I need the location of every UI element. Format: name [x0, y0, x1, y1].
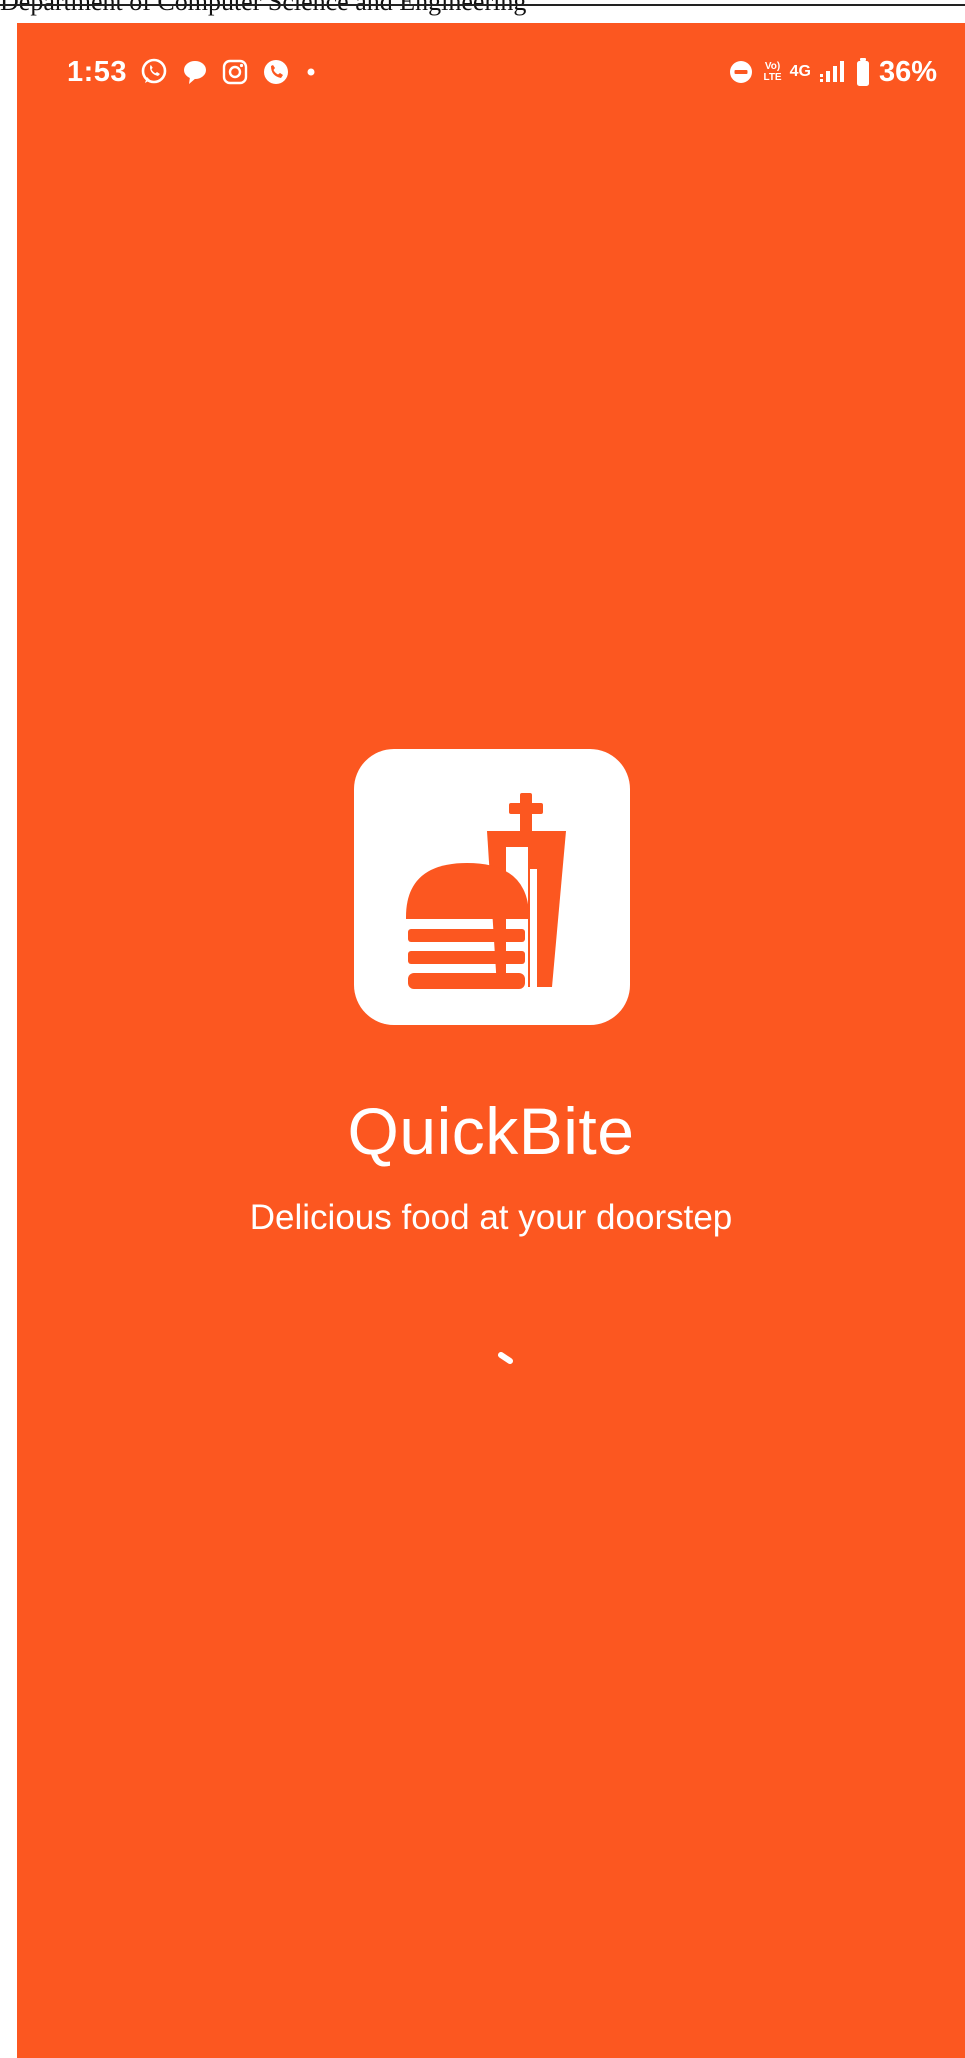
document-header: Department of Computer Science and Engin…: [0, 0, 965, 24]
volte-icon: Vo) LTE: [763, 61, 781, 83]
burger-and-drink-icon: [406, 793, 566, 989]
volte-top-label: Vo): [764, 61, 781, 72]
phone-screen: 1:53 Vo) LTE 4G 36% QuickBite Delicious …: [17, 23, 965, 2058]
app-tagline: Delicious food at your doorstep: [249, 1198, 733, 1237]
do-not-disturb-icon: [727, 58, 755, 86]
status-bar: 1:53 Vo) LTE 4G 36%: [17, 45, 965, 99]
status-bar-right: Vo) LTE 4G 36%: [727, 45, 937, 99]
network-type: 4G: [789, 63, 811, 80]
phone-call-app-icon: [261, 57, 291, 87]
battery-icon: [855, 57, 871, 87]
spinner-icon: [489, 1333, 529, 1373]
whatsapp-icon: [139, 57, 169, 87]
status-bar-left: 1:53: [67, 45, 319, 99]
app-title: QuickBite: [347, 1094, 635, 1168]
dot-icon: [303, 64, 319, 80]
instagram-icon: [221, 58, 249, 86]
battery-percentage: 36%: [878, 55, 937, 88]
document-header-text: Department of Computer Science and Engin…: [0, 0, 527, 16]
header-divider: [0, 4, 965, 6]
app-logo: [354, 749, 630, 1025]
volte-bottom-label: LTE: [763, 72, 782, 83]
status-time: 1:53: [67, 55, 128, 88]
chat-bubble-icon: [181, 58, 209, 86]
signal-icon: [819, 59, 847, 85]
